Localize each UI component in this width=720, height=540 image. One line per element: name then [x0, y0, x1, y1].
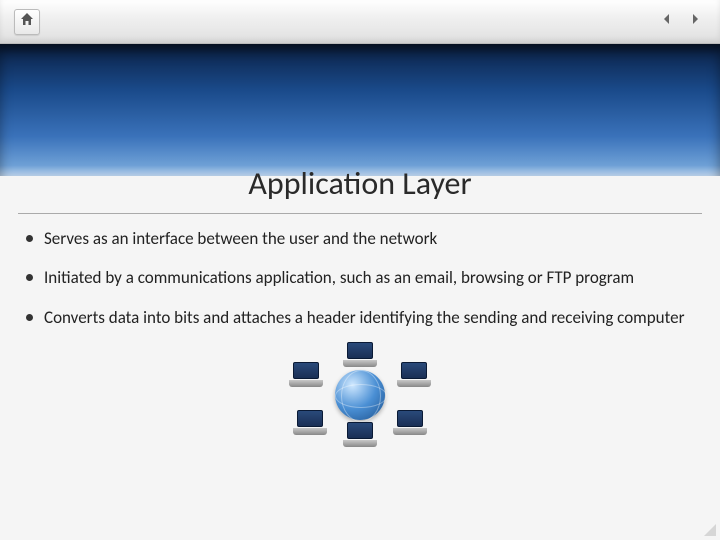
- prev-button[interactable]: [656, 11, 678, 33]
- list-item: Converts data into bits and attaches a h…: [26, 307, 694, 328]
- home-button[interactable]: [14, 9, 40, 35]
- illustration: [26, 342, 694, 447]
- home-icon: [19, 11, 35, 32]
- list-item: Serves as an interface between the user …: [26, 228, 694, 249]
- arrow-right-icon: [687, 11, 703, 32]
- toolbar: [0, 0, 720, 44]
- network-diagram-icon: [285, 342, 435, 447]
- laptop-icon: [343, 342, 377, 368]
- laptop-icon: [343, 422, 377, 448]
- list-item: Initiated by a communications applicatio…: [26, 267, 694, 288]
- laptop-icon: [393, 410, 427, 436]
- content: Serves as an interface between the user …: [0, 214, 720, 447]
- arrow-left-icon: [659, 11, 675, 32]
- nav-group: [656, 11, 706, 33]
- next-button[interactable]: [684, 11, 706, 33]
- slide-title: Application Layer: [240, 164, 479, 203]
- title-row: Application Layer: [0, 164, 720, 203]
- laptop-icon: [293, 410, 327, 436]
- page-corner-icon: [704, 524, 716, 536]
- bullet-list: Serves as an interface between the user …: [26, 228, 694, 328]
- laptop-icon: [397, 362, 431, 388]
- laptop-icon: [289, 362, 323, 388]
- globe-icon: [335, 370, 385, 420]
- banner: [0, 44, 720, 176]
